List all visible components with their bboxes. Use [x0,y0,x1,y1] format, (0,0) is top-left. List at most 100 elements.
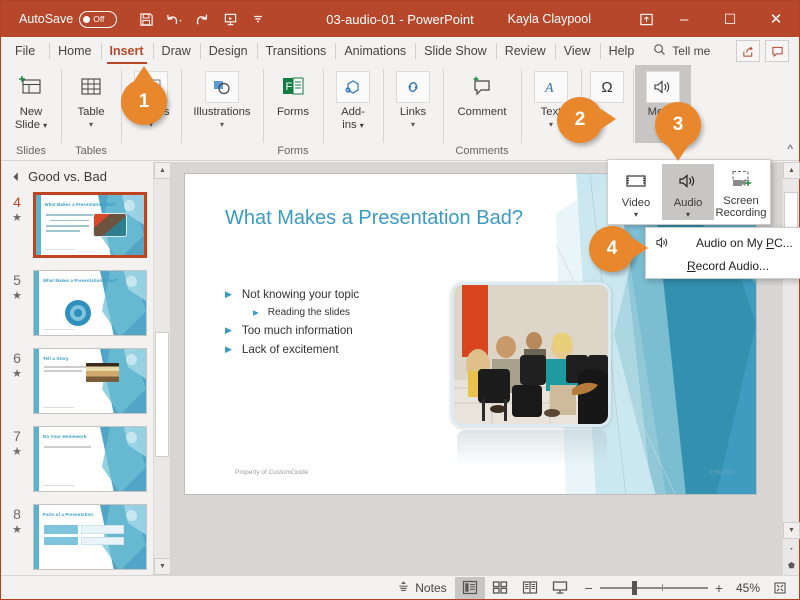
thumbnail-image: What Makes a Presentation Bad? [33,192,147,258]
fit-slide-to-window-button[interactable] [767,578,793,598]
autosave-control[interactable]: AutoSave Off [19,10,118,28]
animation-star-icon[interactable]: ★ [1,445,33,458]
bored-audience-photo[interactable] [451,282,611,427]
tab-review[interactable]: Review [495,37,555,65]
zoom-out-button[interactable]: − [585,580,593,596]
view-slide-sorter-button[interactable] [485,577,515,599]
callout-1: 1 [121,66,167,125]
zoom-slider[interactable] [599,580,708,595]
minimize-button[interactable]: – [661,1,707,37]
thumbnail-slide-4[interactable]: 4 ★ What Makes a Presentation Bad? [1,189,170,267]
video-menu-item[interactable]: Video ▾ [610,164,662,220]
restore-button[interactable]: ☐ [707,1,753,37]
screen-recording-menu-item[interactable]: Screen Recording [714,164,768,220]
thumbnail-scroll-down-button[interactable]: ▼ [154,558,170,575]
audio-menu-item[interactable]: Audio ▾ [662,164,714,220]
zoom-percent-label[interactable]: 45% [730,581,760,595]
illustrations-button[interactable]: Illustrations ▾ [183,65,261,129]
notes-label: Notes [415,580,447,595]
comments-button[interactable] [765,40,789,62]
tab-file[interactable]: File [1,37,49,65]
forms-icon: F [276,71,310,103]
tab-view[interactable]: View [554,37,600,65]
audio-on-my-pc-item[interactable]: Audio on My PC... [646,231,800,254]
text-caret-icon[interactable]: ▾ [549,120,553,129]
tab-animations[interactable]: Animations [335,37,415,65]
add-ins-button[interactable]: Add- ins ▾ [325,65,381,132]
redo-icon[interactable] [189,6,215,32]
close-button[interactable]: ✕ [753,1,799,37]
slide-scroll-down-button[interactable]: ▼ [783,522,800,539]
account-name[interactable]: Kayla Claypool [508,12,591,26]
section-collapse-icon[interactable]: ◣ [13,171,24,182]
thumbnail-slide-5[interactable]: 5 ★ What Makes a Presentation Good? [1,267,170,345]
tab-draw[interactable]: Draw [152,37,200,65]
slide-title[interactable]: What Makes a Presentation Bad? [225,207,523,230]
links-button[interactable]: Links ▾ [385,65,441,129]
tab-help[interactable]: Help [599,37,644,65]
video-caret-icon[interactable]: ▾ [634,210,638,220]
zoom-in-button[interactable]: + [715,580,723,596]
tab-insert[interactable]: Insert [100,37,153,65]
new-slide-button[interactable]: New Slide ▾ [3,65,59,132]
ribbon-display-options-icon[interactable] [631,4,661,34]
tab-design[interactable]: Design [199,37,257,65]
save-icon[interactable] [133,6,159,32]
omega-symbol-icon: Ω [590,71,624,103]
forms-button[interactable]: F Forms [265,65,321,119]
audio-menu-label: Audio [673,197,703,209]
view-reading-button[interactable] [515,577,545,599]
thumbnail-slide-6[interactable]: 6 ★ Tell a Story [1,345,170,423]
view-normal-button[interactable] [454,576,485,599]
tell-me-label: Tell me [672,44,711,58]
collapse-ribbon-icon[interactable]: ^ [787,142,793,156]
tell-me-box[interactable]: Tell me [643,37,720,65]
thumbnail-scrollbar[interactable]: ▲ ▼ [153,162,170,575]
audio-on-my-pc-label-pre: Audio on My [696,235,767,250]
thumbnail-image: What Makes a Presentation Good? [33,270,147,336]
tab-home[interactable]: Home [49,37,100,65]
tab-slide-show[interactable]: Slide Show [415,37,496,65]
customize-qat-icon[interactable] [245,6,271,32]
animation-star-icon[interactable]: ★ [1,211,33,224]
screen-recording-label: Screen [723,194,759,207]
thumbnail-scroll-up-button[interactable]: ▲ [154,162,170,179]
record-audio-item[interactable]: Record Audio... [646,254,800,277]
audio-caret-icon[interactable]: ▾ [686,210,690,220]
slide-scroll-up-button[interactable]: ▲ [783,162,800,179]
slide-watermark: #1562019 [709,470,734,476]
animation-star-icon[interactable]: ★ [1,523,33,536]
undo-icon[interactable] [161,6,187,32]
zoom-slider-handle[interactable] [631,580,637,595]
table-button[interactable]: Table ▾ [63,65,119,129]
slide-scrollbar[interactable]: ▲ ▼ ⬝ ⬟ [782,162,800,575]
autosave-toggle[interactable]: Off [79,10,118,28]
ribbon-group-label-forms: Forms [277,145,309,157]
comment-button[interactable]: Comment [445,65,519,119]
video-film-icon [620,167,652,195]
slide-thumbnail-pane: ◣ Good vs. Bad 4 ★ What Makes a Presenta… [1,162,171,575]
tab-transitions[interactable]: Transitions [256,37,336,65]
previous-slide-button[interactable]: ⬝ [783,540,800,557]
view-slideshow-button[interactable] [545,577,575,599]
thumbnail-scroll-thumb[interactable] [155,332,169,457]
ribbon-group-label-comments: Comments [455,145,509,157]
links-caret-icon[interactable]: ▾ [411,120,415,129]
thumbnail-slide-7[interactable]: 7 ★ Do Your Homework [1,423,170,501]
slide-body-placeholder[interactable]: ▶ Not knowing your topic ▶ Reading the s… [225,288,359,362]
next-slide-button[interactable]: ⬟ [783,557,800,574]
ribbon-group-label-illustrations [183,142,261,160]
status-bar: Notes − + 45% [1,575,799,599]
bullet-triangle-icon: ▶ [225,325,232,335]
animation-star-icon[interactable]: ★ [1,367,33,380]
section-header[interactable]: ◣ Good vs. Bad [1,162,170,189]
illustrations-caret-icon[interactable]: ▾ [220,120,224,129]
animation-star-icon[interactable]: ★ [1,289,33,302]
start-presentation-icon[interactable] [217,6,243,32]
table-caret-icon[interactable]: ▾ [89,120,93,129]
audio-on-my-pc-accesskey: P [766,235,775,250]
thumbnail-slide-8[interactable]: 8 ★ Parts of a Presentation [1,501,170,575]
share-button[interactable] [736,40,760,62]
thumbnail-image: Tell a Story [33,348,147,414]
notes-button[interactable]: Notes [389,580,454,596]
